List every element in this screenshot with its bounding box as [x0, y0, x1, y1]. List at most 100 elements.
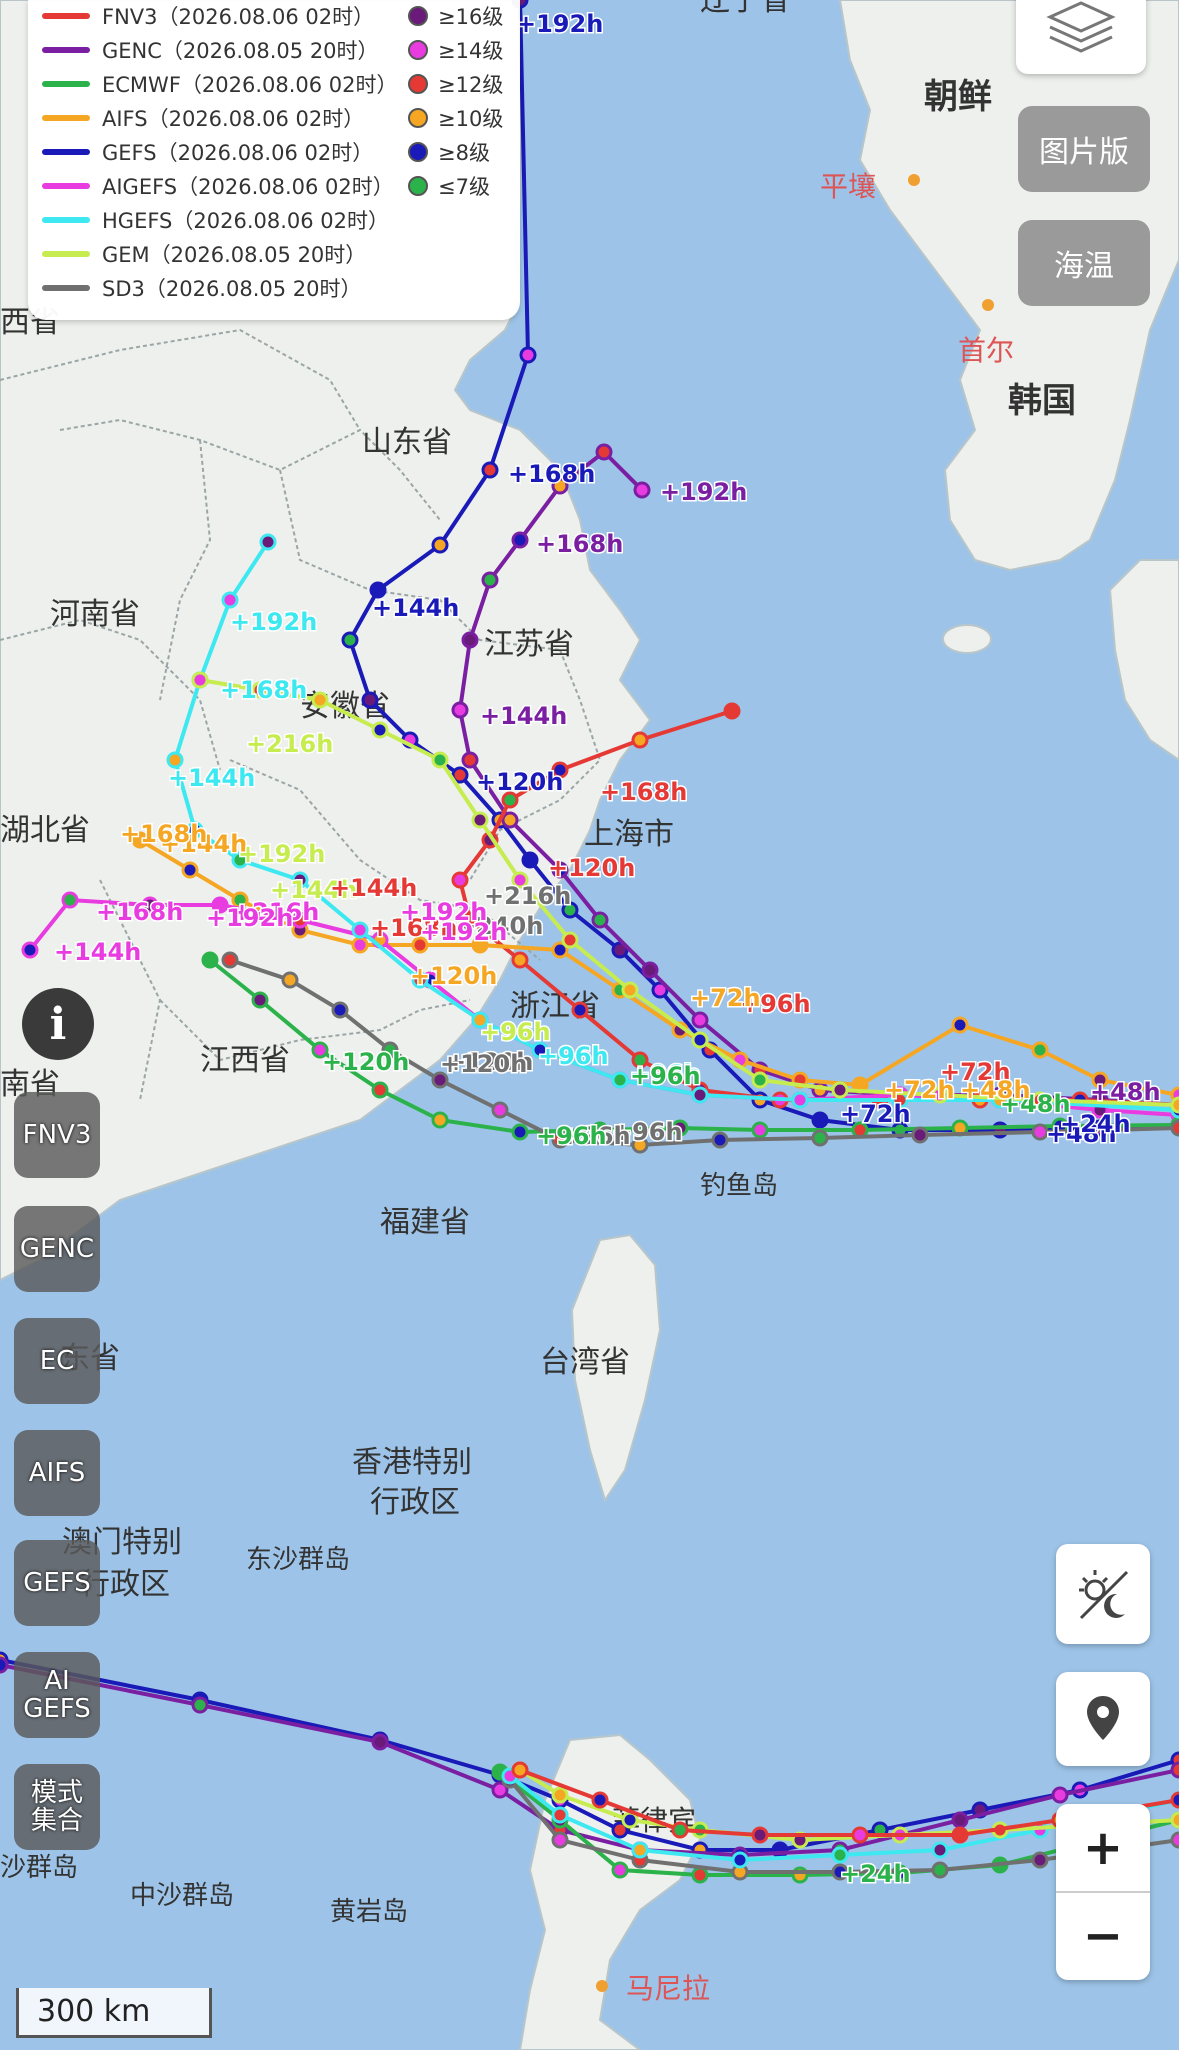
track-point: [811, 1111, 829, 1129]
track-point: [451, 701, 469, 719]
legend-model-aifs[interactable]: AIFS（2026.08.06 02时）: [42, 103, 364, 133]
track-point: [511, 531, 529, 549]
level-dot: [408, 40, 428, 60]
sst-button[interactable]: 海温: [1018, 220, 1150, 306]
legend-model-fnv3[interactable]: FNV3（2026.08.06 02时）: [42, 1, 374, 31]
level-label: ≥8级: [438, 141, 490, 165]
track-point: [311, 691, 329, 709]
track-time-label: +144h: [480, 702, 567, 730]
track-time-label: +96h: [536, 1122, 607, 1150]
track-time-label: +24h: [840, 1860, 911, 1888]
legend-label: GEFS（2026.08.06 02时）: [102, 141, 374, 165]
track-point: [1170, 1119, 1179, 1137]
model-button-genc[interactable]: GENC: [14, 1206, 100, 1292]
track-point: [281, 971, 299, 989]
track-point: [431, 1111, 449, 1129]
track-point: [221, 591, 239, 609]
track-point: [611, 1861, 629, 1879]
track-point: [371, 721, 389, 739]
jeju-island: [942, 624, 992, 654]
place-jiangxi: 江西省: [200, 1043, 290, 1078]
place-henan: 河南省: [50, 597, 140, 632]
track-time-label: +192h: [400, 898, 487, 926]
track-point: [1031, 1123, 1049, 1141]
track-point: [1170, 1761, 1179, 1779]
track-point: [201, 951, 219, 969]
track-point: [791, 1091, 809, 1109]
location-pin-icon: [1087, 1696, 1119, 1740]
track-time-label: +192h: [516, 10, 603, 38]
legend-model-aigefs[interactable]: AIGEFS（2026.08.06 02时）: [42, 171, 394, 201]
track-point: [723, 702, 741, 720]
legend-model-genc[interactable]: GENC（2026.08.05 20时）: [42, 35, 379, 65]
legend-panel: FNV3（2026.08.06 02时） GENC（2026.08.05 20时…: [28, 0, 520, 320]
legend-label: AIGEFS（2026.08.06 02时）: [102, 175, 394, 199]
level-dot: [408, 108, 428, 128]
day-night-button[interactable]: [1056, 1544, 1150, 1644]
legend-line: [42, 149, 90, 155]
legend-model-sd3[interactable]: SD3（2026.08.05 20时）: [42, 273, 362, 303]
locate-button[interactable]: [1056, 1672, 1150, 1766]
place-shandong: 山东省: [362, 425, 452, 460]
track-point: [351, 936, 369, 954]
track-point: [631, 1841, 649, 1859]
place-zhongsha: 中沙群岛: [130, 1881, 234, 1911]
track-point: [691, 1031, 709, 1049]
track-point: [951, 1811, 969, 1829]
legend-model-hgefs[interactable]: HGEFS（2026.08.06 02时）: [42, 205, 389, 235]
track-point: [191, 671, 209, 689]
track-point: [731, 1851, 749, 1869]
track-time-label: +168h: [120, 820, 207, 848]
level-label: ≥14级: [438, 39, 504, 63]
legend-model-gem[interactable]: GEM（2026.08.05 20时）: [42, 239, 366, 269]
track-point: [551, 1786, 569, 1804]
track-time-label: +192h: [206, 904, 293, 932]
model-button-ensemble[interactable]: 模式 集合: [14, 1764, 100, 1850]
legend-label: SD3（2026.08.05 20时）: [102, 277, 362, 301]
track-point: [931, 1861, 949, 1879]
track-point: [511, 951, 529, 969]
place-diaoyu: 钓鱼岛: [700, 1171, 778, 1201]
model-button-aigefs[interactable]: AI GEFS: [14, 1652, 100, 1738]
legend-label: HGEFS（2026.08.06 02时）: [102, 209, 390, 233]
track-point: [751, 1071, 769, 1089]
model-button-gefs[interactable]: GEFS: [14, 1540, 100, 1626]
legend-model-ecmwf[interactable]: ECMWF（2026.08.06 02时）: [42, 69, 398, 99]
track-time-label: +192h: [238, 840, 325, 868]
track-time-label: +144h: [168, 764, 255, 792]
place-manila: 马尼拉: [626, 1972, 710, 2005]
track-point: [461, 631, 479, 649]
model-button-ec[interactable]: EC: [14, 1318, 100, 1404]
picture-version-button[interactable]: 图片版: [1018, 106, 1150, 192]
track-time-label: +72h: [840, 1100, 911, 1128]
manila-dot: [596, 1980, 608, 1992]
legend-line: [42, 47, 90, 53]
track-point: [511, 1123, 529, 1141]
track-point: [1031, 1851, 1049, 1869]
place-seoul: 首尔: [958, 334, 1014, 367]
info-button[interactable]: i: [22, 988, 94, 1060]
track-point: [21, 941, 39, 959]
track-point: [341, 631, 359, 649]
model-button-aifs[interactable]: AIFS: [14, 1430, 100, 1516]
zoom-in-button[interactable]: +: [1056, 1805, 1150, 1893]
track-point: [431, 536, 449, 554]
track-point: [331, 1001, 349, 1019]
track-point: [831, 1081, 849, 1099]
model-button-fnv3[interactable]: FNV3: [14, 1092, 100, 1178]
zoom-out-button[interactable]: −: [1056, 1893, 1150, 1979]
place-hk2: 行政区: [370, 1485, 460, 1520]
track-point: [351, 921, 369, 939]
track-time-label: +144h: [372, 594, 459, 622]
level-label: ≥10级: [438, 107, 504, 131]
level-dot: [408, 74, 428, 94]
track-point: [501, 811, 519, 829]
track-time-label: +72h: [690, 984, 761, 1012]
legend-level-7: ≤7级: [408, 171, 490, 201]
legend-model-gefs[interactable]: GEFS（2026.08.06 02时）: [42, 137, 373, 167]
layers-button[interactable]: [1016, 0, 1146, 74]
legend-label: AIFS（2026.08.06 02时）: [102, 107, 365, 131]
track-point: [1170, 1831, 1179, 1849]
track-point: [691, 1011, 709, 1029]
track-point: [571, 1001, 589, 1019]
